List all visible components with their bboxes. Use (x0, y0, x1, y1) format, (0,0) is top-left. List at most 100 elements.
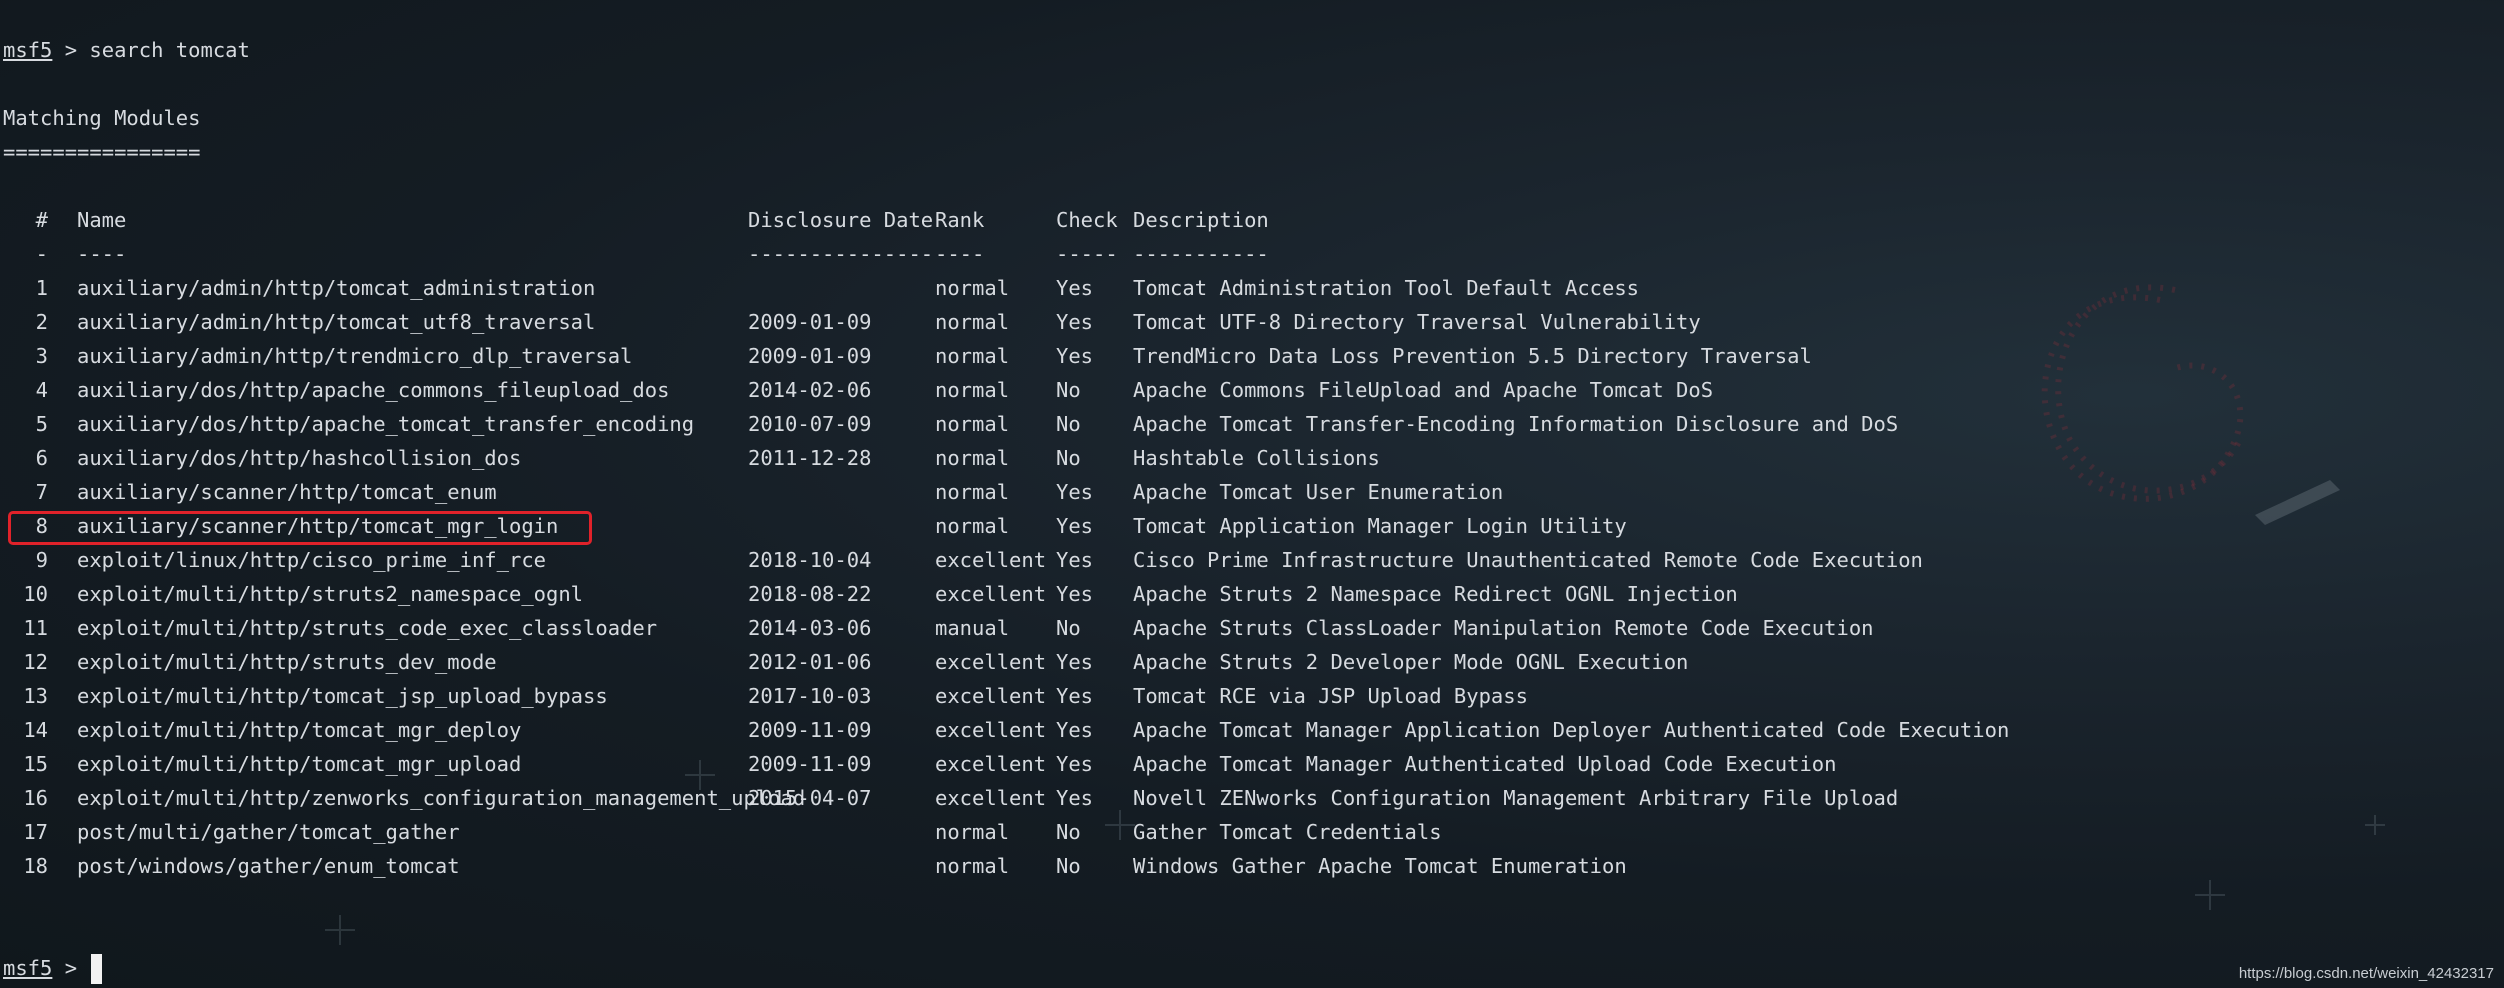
module-name: auxiliary/admin/http/trendmicro_dlp_trav… (77, 344, 633, 368)
table-row: 15 exploit/multi/http/tomcat_mgr_upload 20… (0, 747, 2000, 781)
module-check: Yes (1056, 582, 1094, 606)
module-num: 10 (23, 582, 48, 606)
terminal-window[interactable]: msf5 > search tomcat Matching Modules ==… (0, 0, 2504, 988)
module-check: No (1056, 854, 1081, 878)
separator-num: - (35, 242, 48, 266)
module-num: 14 (23, 718, 48, 742)
table-row: 7 auxiliary/scanner/http/tomcat_enum norma… (0, 475, 2000, 509)
separator-date: --------------- (748, 242, 934, 266)
module-description: Windows Gather Apache Tomcat Enumeration (1133, 854, 1627, 878)
module-num: 13 (23, 684, 48, 708)
module-disclosure-date: 2014-02-06 (748, 378, 872, 402)
separator-name: ---- (77, 242, 127, 266)
module-check: Yes (1056, 650, 1094, 674)
module-description: Apache Struts ClassLoader Manipulation R… (1133, 616, 1874, 640)
module-rank: normal (935, 446, 1010, 470)
module-check: No (1056, 378, 1081, 402)
module-num: 5 (35, 412, 48, 436)
module-num: 3 (35, 344, 48, 368)
module-num: 11 (23, 616, 48, 640)
module-num: 15 (23, 752, 48, 776)
module-check: No (1056, 446, 1081, 470)
module-rank: excellent (935, 786, 1047, 810)
separator-rank: ---- (935, 242, 985, 266)
module-check: Yes (1056, 514, 1094, 538)
watermark-url: https://blog.csdn.net/weixin_42432317 (2238, 965, 2494, 982)
module-description: Apache Commons FileUpload and Apache Tom… (1133, 378, 1714, 402)
module-disclosure-date: 2018-08-22 (748, 582, 872, 606)
table-row: 16 exploit/multi/http/zenworks_configurat… (0, 781, 2000, 815)
module-disclosure-date: 2009-01-09 (748, 310, 872, 334)
module-name: exploit/multi/http/tomcat_jsp_upload_byp… (77, 684, 608, 708)
module-name: auxiliary/admin/http/tomcat_administrati… (77, 276, 596, 300)
module-num: 12 (23, 650, 48, 674)
module-disclosure-date: 2011-12-28 (748, 446, 872, 470)
module-num: 16 (23, 786, 48, 810)
prompt-label: msf5 (3, 956, 53, 980)
module-check: Yes (1056, 310, 1094, 334)
module-description: Tomcat Administration Tool Default Acces… (1133, 276, 1640, 300)
module-description: Cisco Prime Infrastructure Unauthenticat… (1133, 548, 1923, 572)
table-header-separator: - ---- --------------- ---- ----- ------… (0, 237, 2000, 271)
module-name: auxiliary/admin/http/tomcat_utf8_travers… (77, 310, 596, 334)
command-text: search tomcat (89, 38, 250, 62)
module-check: Yes (1056, 684, 1094, 708)
module-check: Yes (1056, 276, 1094, 300)
module-check: Yes (1056, 480, 1094, 504)
module-name: auxiliary/scanner/http/tomcat_enum (77, 480, 497, 504)
module-rank: normal (935, 820, 1010, 844)
prompt-separator: > (52, 956, 90, 980)
module-rank: excellent (935, 684, 1047, 708)
section-title: Matching Modules (3, 106, 201, 130)
module-name: exploit/multi/http/struts_code_exec_clas… (77, 616, 658, 640)
final-prompt-line[interactable]: msf5 > (3, 951, 103, 985)
section-underline: ================ (3, 140, 201, 164)
module-name: exploit/linux/http/cisco_prime_inf_rce (77, 548, 546, 572)
separator-description: ----------- (1133, 242, 1269, 266)
module-rank: normal (935, 854, 1010, 878)
module-name: auxiliary/dos/http/apache_tomcat_transfe… (77, 412, 695, 436)
module-rank: excellent (935, 718, 1047, 742)
module-num: 9 (35, 548, 48, 572)
header-date: Disclosure Date (748, 208, 934, 232)
module-num: 7 (35, 480, 48, 504)
module-description: Apache Struts 2 Namespace Redirect OGNL … (1133, 582, 1738, 606)
module-disclosure-date: 2014-03-06 (748, 616, 872, 640)
module-check: No (1056, 616, 1081, 640)
module-name: exploit/multi/http/struts2_namespace_ogn… (77, 582, 584, 606)
text-cursor (91, 954, 103, 984)
module-description: Tomcat Application Manager Login Utility (1133, 514, 1627, 538)
module-rank: excellent (935, 650, 1047, 674)
module-description: Apache Tomcat Manager Authenticated Uplo… (1133, 752, 1837, 776)
prompt-label: msf5 (3, 38, 53, 62)
module-disclosure-date: 2009-01-09 (748, 344, 872, 368)
module-name: post/windows/gather/enum_tomcat (77, 854, 460, 878)
module-description: Apache Tomcat Manager Application Deploy… (1133, 718, 2010, 742)
module-rank: normal (935, 310, 1010, 334)
command-line: msf5 > search tomcat (3, 33, 250, 67)
module-description: Apache Tomcat Transfer-Encoding Informat… (1133, 412, 1899, 436)
separator-check: ----- (1056, 242, 1118, 266)
module-check: Yes (1056, 752, 1094, 776)
module-name: auxiliary/dos/http/apache_commons_fileup… (77, 378, 670, 402)
module-disclosure-date: 2015-04-07 (748, 786, 872, 810)
module-disclosure-date: 2009-11-09 (748, 718, 872, 742)
table-row: 18 post/windows/gather/enum_tomcat normal N… (0, 849, 2000, 883)
header-check: Check (1056, 208, 1118, 232)
header-description: Description (1133, 208, 1269, 232)
module-check: Yes (1056, 344, 1094, 368)
table-row: 11 exploit/multi/http/struts_code_exec_cl… (0, 611, 2000, 645)
module-name: auxiliary/dos/http/hashcollision_dos (77, 446, 522, 470)
module-description: Apache Tomcat User Enumeration (1133, 480, 1504, 504)
table-row: 12 exploit/multi/http/struts_dev_mode 2012… (0, 645, 2000, 679)
module-check: No (1056, 820, 1081, 844)
module-description: Gather Tomcat Credentials (1133, 820, 1442, 844)
highlight-box (8, 511, 592, 545)
module-rank: normal (935, 344, 1010, 368)
module-name: exploit/multi/http/zenworks_configuratio… (77, 786, 806, 810)
module-name: exploit/multi/http/struts_dev_mode (77, 650, 497, 674)
module-rank: excellent (935, 582, 1047, 606)
module-rank: excellent (935, 752, 1047, 776)
module-rank: normal (935, 480, 1010, 504)
table-row: 6 auxiliary/dos/http/hashcollision_dos 201… (0, 441, 2000, 475)
